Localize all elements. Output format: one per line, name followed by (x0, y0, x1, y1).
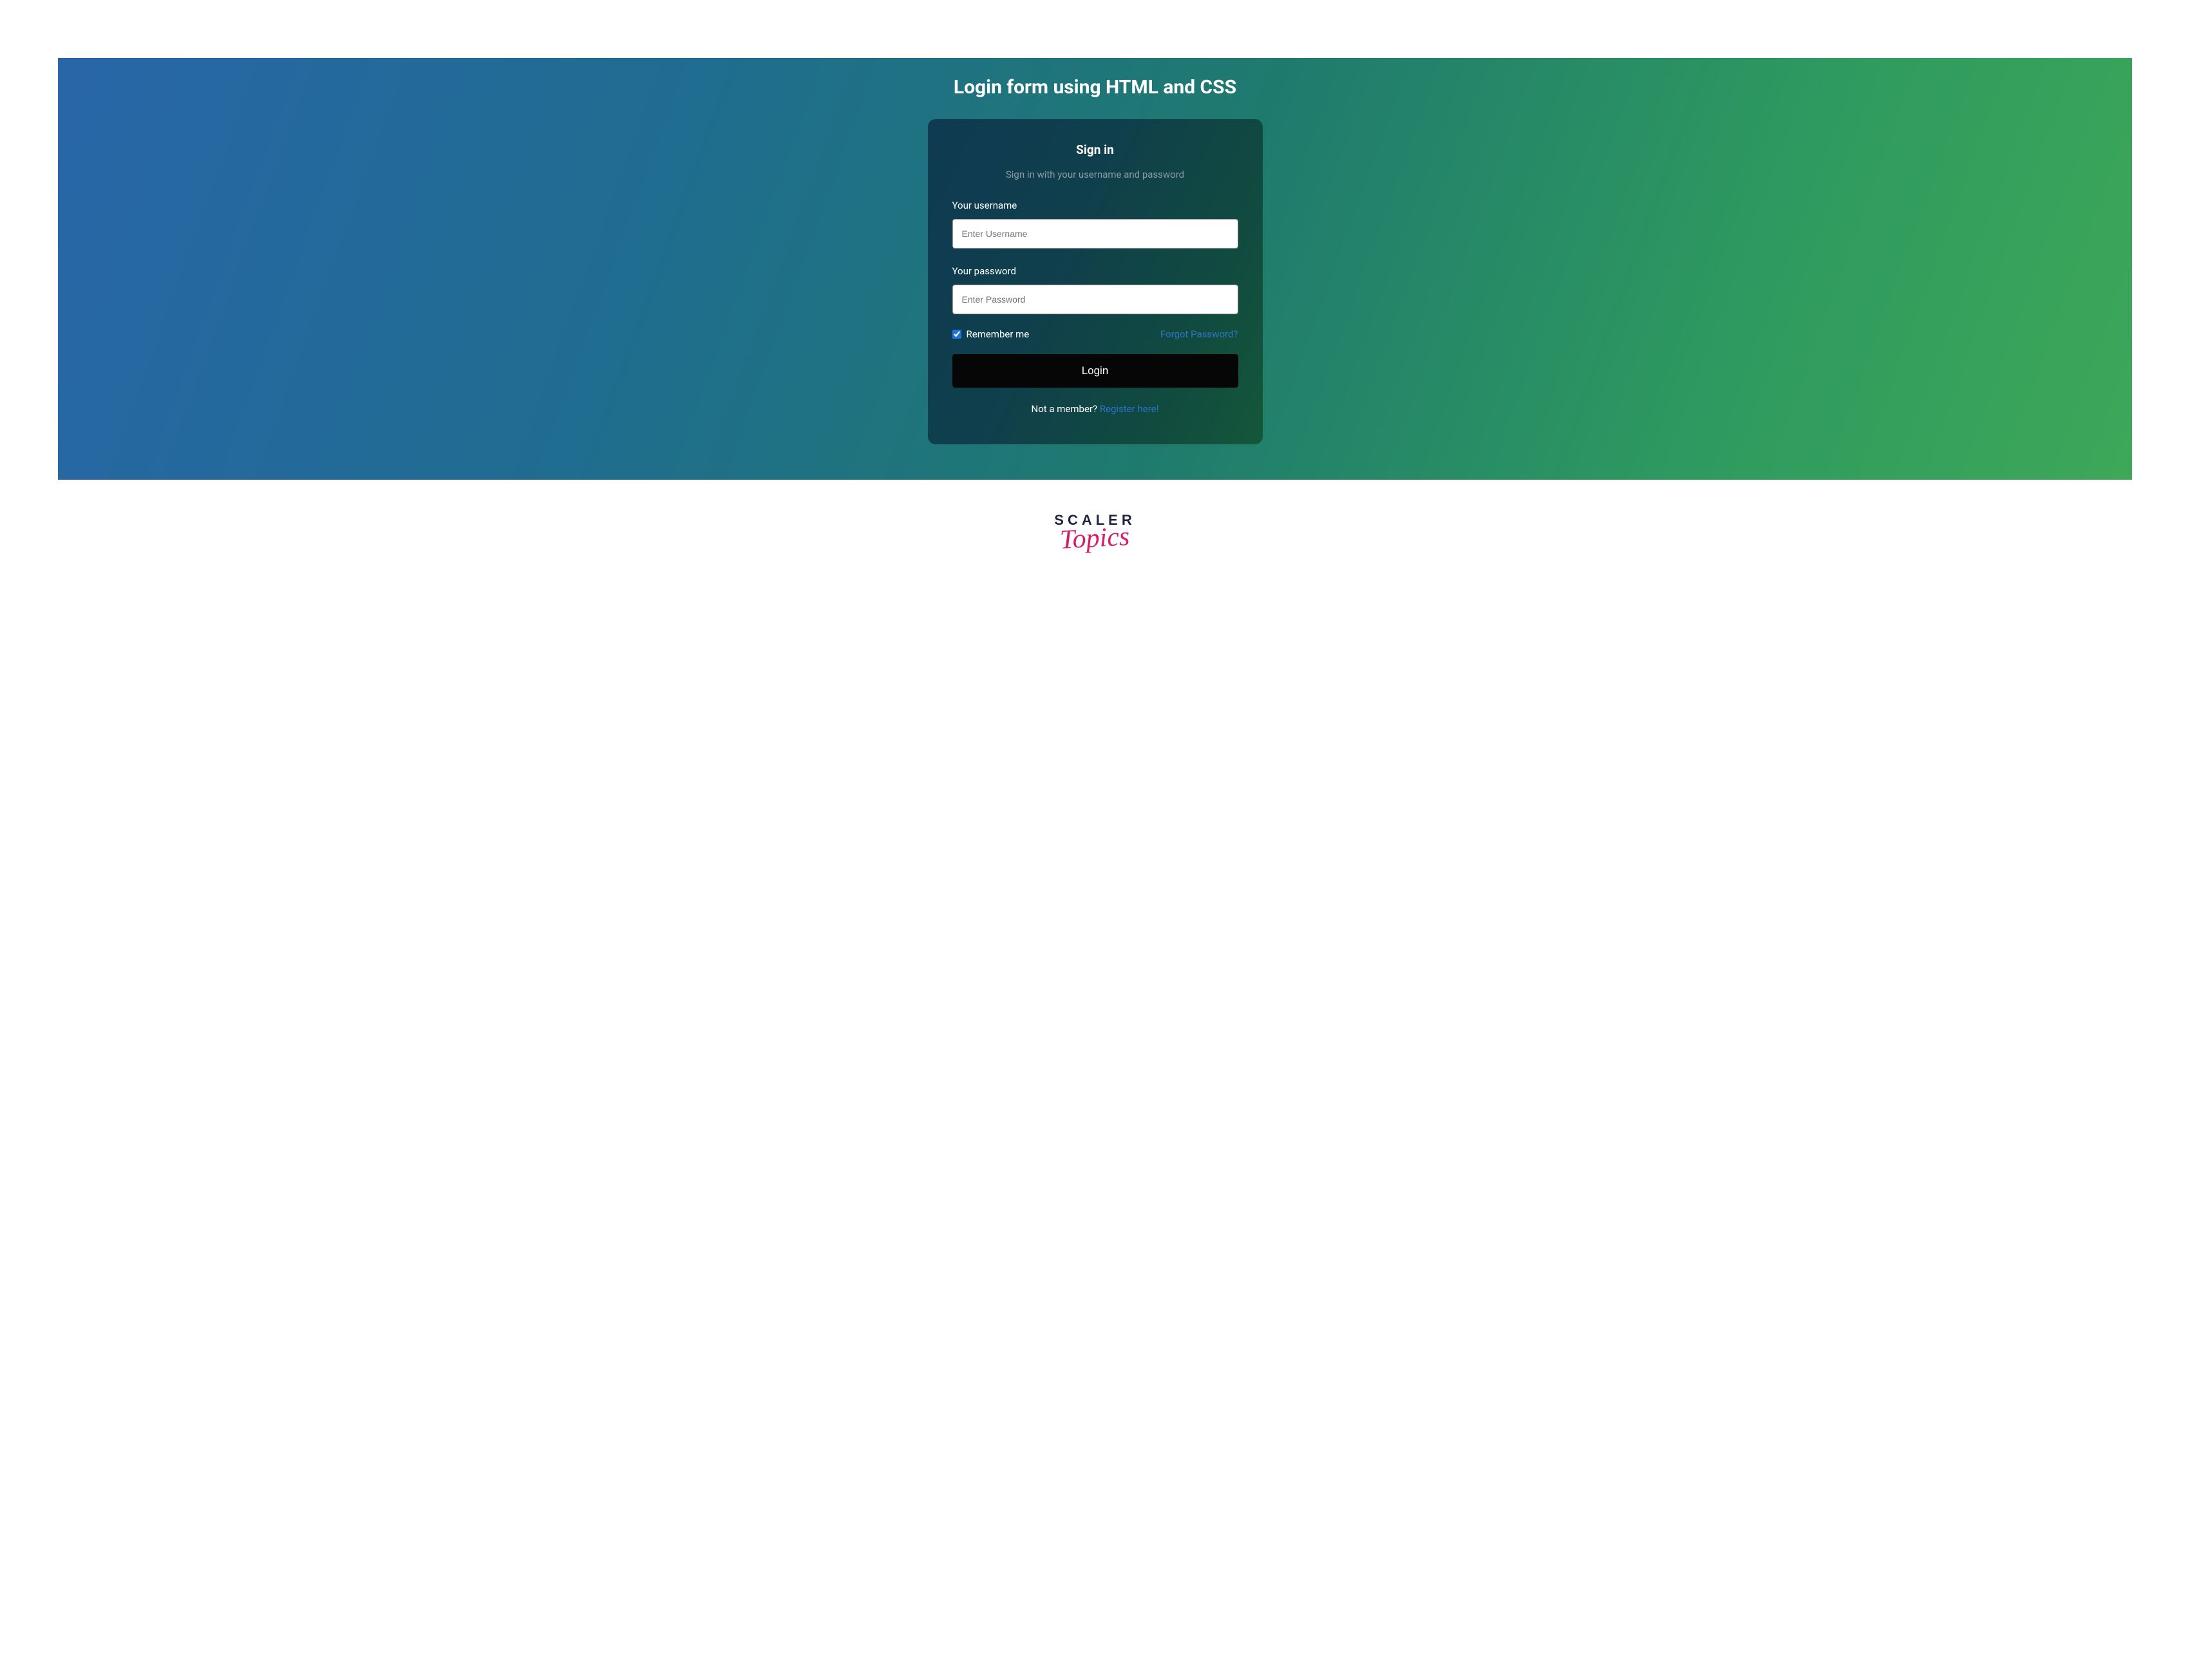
gradient-background: Login form using HTML and CSS Sign in Si… (58, 58, 2132, 480)
signin-heading: Sign in (952, 142, 1238, 157)
not-member-text: Not a member? (1032, 403, 1100, 415)
remember-forgot-row: Remember me Forgot Password? (952, 328, 1238, 340)
brand-text-topics: Topics (1059, 523, 1130, 554)
remember-me-checkbox[interactable] (952, 330, 961, 339)
signin-subheading: Sign in with your username and password (952, 169, 1238, 180)
brand-logo: SCALER Topics (58, 512, 2132, 552)
remember-me-label: Remember me (967, 328, 1030, 340)
password-label: Your password (952, 265, 1238, 277)
forgot-password-link[interactable]: Forgot Password? (1160, 328, 1238, 340)
username-input[interactable] (952, 219, 1238, 249)
page-title: Login form using HTML and CSS (954, 76, 1236, 99)
login-button[interactable]: Login (952, 354, 1238, 388)
username-group: Your username (952, 200, 1238, 249)
register-row: Not a member? Register here! (952, 403, 1238, 415)
remember-me-wrap: Remember me (952, 328, 1030, 340)
register-link[interactable]: Register here! (1100, 403, 1159, 415)
username-label: Your username (952, 200, 1238, 211)
login-card: Sign in Sign in with your username and p… (928, 119, 1263, 444)
password-group: Your password (952, 265, 1238, 314)
password-input[interactable] (952, 285, 1238, 314)
